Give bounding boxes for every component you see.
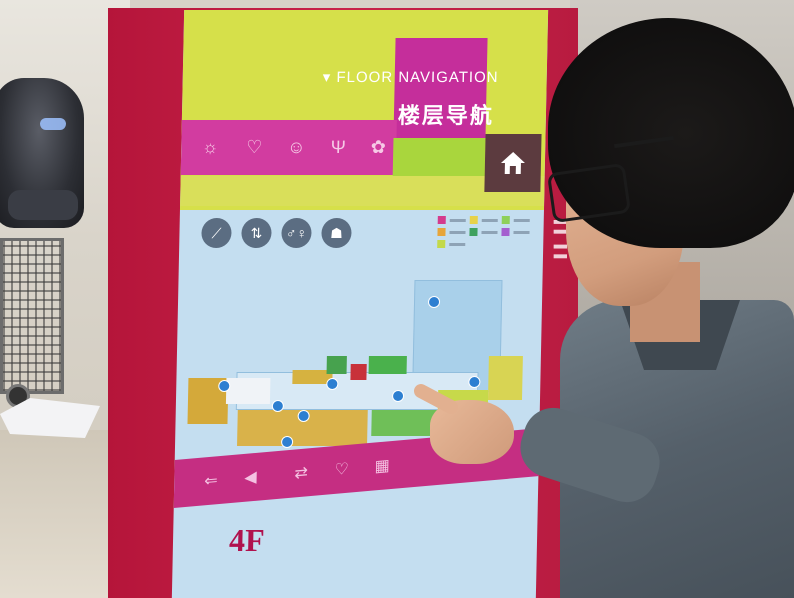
title-cn: 楼层导航 [397, 103, 495, 128]
robot-eye [40, 118, 66, 130]
escalator-filter-button[interactable]: ⟋ [201, 218, 232, 248]
legend-row [437, 228, 537, 236]
floor-label: 4F [228, 522, 265, 558]
home-icon [500, 152, 525, 174]
pin-icon: ▾ [322, 69, 332, 86]
restroom-icon: ♂♀ [285, 225, 308, 241]
shop-block[interactable] [326, 356, 347, 374]
legend-row [437, 216, 538, 224]
back-icon[interactable]: ⇐ [204, 470, 218, 491]
robot-arm [8, 190, 78, 220]
escalator-icon: ⟋ [211, 225, 222, 241]
shop-block[interactable] [368, 356, 407, 374]
food-icon[interactable]: Ψ [327, 136, 349, 158]
heart-icon[interactable]: ♡ [243, 136, 265, 158]
shop-block[interactable] [350, 364, 367, 380]
elevator-filter-button[interactable]: ⇅ [241, 218, 272, 248]
map-legend [437, 216, 538, 252]
shop-block[interactable] [225, 378, 271, 404]
restroom-filter-button[interactable]: ♂♀ [281, 218, 312, 248]
map-icon[interactable]: ▦ [374, 455, 390, 476]
kiosk-screen[interactable]: ▾ FLOOR NAVIGATION 楼层导航 ☼ ♡ ☺ Ψ ✿ ⟋ ⇅ ♂♀… [171, 10, 549, 598]
shop-block[interactable] [487, 356, 523, 400]
smile-icon[interactable]: ☺ [285, 136, 307, 158]
elevator-icon: ⇅ [250, 225, 263, 241]
title-en: ▾ FLOOR NAVIGATION [322, 69, 499, 86]
home-button[interactable] [484, 134, 542, 192]
header-tile-green [392, 138, 486, 178]
pin-icon[interactable] [280, 436, 294, 448]
person-icon: ☗ [330, 225, 343, 241]
photo-scene: ▌▌ ▌▌ ▾ FLOOR NAVIGATION 楼层导航 ☼ ♡ ☺ Ψ ✿ … [0, 0, 794, 598]
gift-icon[interactable]: ✿ [367, 136, 389, 158]
shopping-cart [0, 238, 64, 394]
share-icon[interactable]: ⇄ [294, 462, 308, 483]
person-filter-button[interactable]: ☗ [321, 218, 352, 248]
heart-icon[interactable]: ♡ [334, 459, 349, 480]
volume-icon[interactable]: ◀ [244, 467, 257, 488]
bulb-icon[interactable]: ☼ [199, 136, 221, 158]
legend-row [437, 240, 537, 248]
